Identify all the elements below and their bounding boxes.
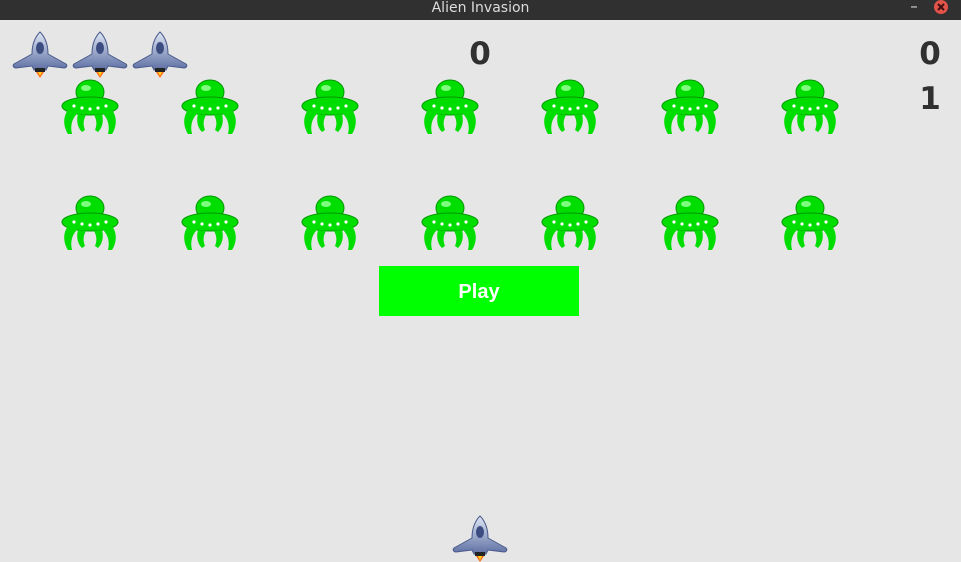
window-title: Alien Invasion [431,0,530,16]
minimize-button[interactable]: – [908,0,920,14]
close-button[interactable] [934,0,948,14]
alien-ufo-icon [421,79,479,134]
alien-ufo-icon [781,195,839,250]
alien-ship [660,78,720,136]
level-indicator: 1 [919,81,941,117]
player-ship-icon [450,514,510,562]
alien-ship [180,194,240,252]
alien-ufo-icon [301,195,359,250]
playfield: 0 0 1 Play [0,20,961,562]
alien-ufo-icon [181,79,239,134]
rocket-ship-icon [132,31,188,78]
alien-ufo-icon [541,195,599,250]
alien-ship [300,194,360,252]
alien-ship [540,78,600,136]
rocket-ship-icon [12,31,68,78]
alien-ufo-icon [661,79,719,134]
alien-ufo-icon [181,195,239,250]
alien-ufo-icon [781,79,839,134]
alien-ship [60,194,120,252]
alien-ship [420,194,480,252]
alien-ship [540,194,600,252]
game-window: Alien Invasion – 0 0 1 Play [0,0,961,562]
current-score: 0 [469,36,491,72]
high-score: 0 [919,36,941,72]
alien-ship [300,78,360,136]
alien-ufo-icon [661,195,719,250]
alien-ship [780,194,840,252]
life-ship-icon [10,30,70,78]
life-ship-icon [130,30,190,78]
rocket-ship-icon [452,515,508,562]
play-button[interactable]: Play [379,266,579,316]
alien-ufo-icon [421,195,479,250]
alien-ufo-icon [541,79,599,134]
alien-ship [780,78,840,136]
close-icon [937,3,945,11]
alien-ship [660,194,720,252]
alien-ship [60,78,120,136]
alien-ufo-icon [61,79,119,134]
life-ship-icon [70,30,130,78]
alien-ship [420,78,480,136]
rocket-ship-icon [72,31,128,78]
title-bar[interactable]: Alien Invasion – [0,0,961,20]
alien-ufo-icon [61,195,119,250]
alien-ship [180,78,240,136]
alien-ufo-icon [301,79,359,134]
